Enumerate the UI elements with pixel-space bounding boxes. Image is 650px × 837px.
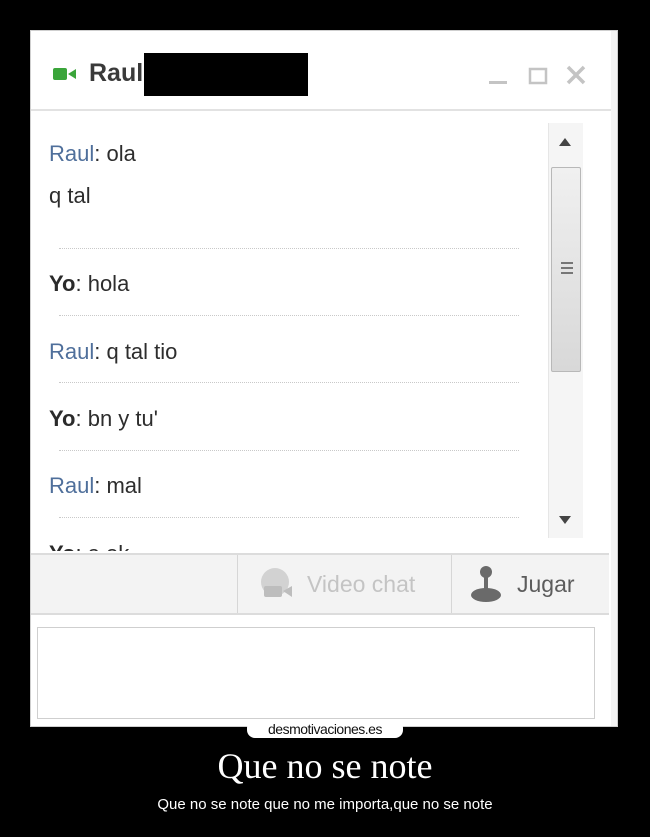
message-list: Raul: ola q tal Yo: hola Raul: q tal tio… bbox=[31, 111, 546, 551]
message-text: : q tal tio bbox=[94, 339, 178, 364]
message-sender: Raul bbox=[49, 339, 95, 364]
contact-name: Raul bbox=[89, 59, 144, 87]
chat-window: Raul Raul: ola q tal Yo: hola Raul: q ta… bbox=[31, 31, 617, 726]
message-separator bbox=[59, 248, 519, 249]
grip-icon bbox=[561, 262, 573, 274]
message-sender: Yo bbox=[49, 271, 76, 296]
message-item: Yo: bn y tu' bbox=[49, 406, 158, 432]
message-input[interactable] bbox=[37, 627, 595, 719]
message-text: : bn y tu' bbox=[75, 406, 158, 431]
close-icon[interactable] bbox=[565, 64, 587, 86]
scroll-thumb[interactable] bbox=[551, 167, 581, 372]
message-sender: Yo bbox=[49, 406, 76, 431]
videocam-status-icon bbox=[53, 68, 76, 80]
poster-frame: Raul Raul: ola q tal Yo: hola Raul: q ta… bbox=[30, 30, 618, 727]
message-separator bbox=[59, 315, 519, 316]
jugar-button[interactable]: Jugar bbox=[453, 555, 609, 613]
chat-toolbar: Video chat Jugar bbox=[31, 553, 609, 615]
jugar-label: Jugar bbox=[517, 571, 575, 597]
videocam-icon bbox=[261, 568, 292, 597]
minimize-icon[interactable] bbox=[487, 64, 509, 86]
poster-title: Que no se note bbox=[217, 746, 433, 786]
site-watermark[interactable]: desmotivaciones.es bbox=[247, 720, 403, 738]
redaction-bar bbox=[144, 53, 308, 96]
toolbar-divider bbox=[451, 555, 452, 613]
message-item: q tal bbox=[49, 183, 91, 209]
scroll-up-icon[interactable] bbox=[558, 137, 572, 147]
scroll-down-icon[interactable] bbox=[558, 515, 572, 525]
message-item: Yo: a ok bbox=[49, 541, 129, 551]
background-window-edge bbox=[611, 31, 617, 726]
message-item: Raul: mal bbox=[49, 473, 142, 499]
message-sender: Raul bbox=[49, 473, 95, 498]
message-separator bbox=[59, 382, 519, 383]
message-sender: Yo bbox=[49, 541, 75, 551]
message-separator bbox=[59, 450, 519, 451]
message-sender: Raul bbox=[49, 141, 95, 166]
video-chat-button[interactable]: Video chat bbox=[239, 555, 451, 613]
poster-subtitle: Que no se note que no me importa,que no … bbox=[157, 796, 493, 813]
maximize-icon[interactable] bbox=[527, 64, 549, 86]
joystick-icon bbox=[471, 566, 501, 602]
video-chat-label: Video chat bbox=[307, 571, 416, 597]
message-scrollbar[interactable] bbox=[548, 123, 583, 538]
chat-header: Raul bbox=[31, 31, 611, 111]
message-item: Yo: hola bbox=[49, 271, 129, 297]
message-text: : mal bbox=[94, 473, 142, 498]
message-separator bbox=[59, 517, 519, 518]
message-text: q tal bbox=[49, 183, 91, 208]
message-text: : a ok bbox=[75, 541, 129, 551]
message-item: Raul: q tal tio bbox=[49, 339, 177, 365]
message-text: : ola bbox=[94, 141, 136, 166]
toolbar-divider bbox=[237, 555, 238, 613]
message-text: : hola bbox=[75, 271, 130, 296]
message-item: Raul: ola bbox=[49, 141, 136, 167]
